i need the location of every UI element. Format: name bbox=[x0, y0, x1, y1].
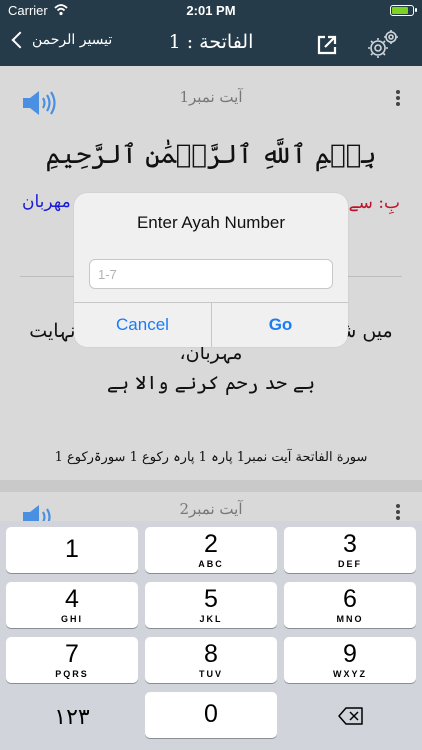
key-letters: MNO bbox=[336, 614, 364, 624]
key-number: 7 bbox=[65, 640, 79, 668]
delete-backspace-icon bbox=[338, 707, 363, 725]
number-keypad: 1 2 ABC 3 DEF 4 GHI 5 JKL 6 MNO 7 PQRS 8… bbox=[0, 521, 422, 750]
key-letters: TUV bbox=[199, 669, 223, 679]
key-number: 4 bbox=[65, 585, 79, 613]
key-letters: ABC bbox=[198, 559, 224, 569]
key-7[interactable]: 7 PQRS bbox=[6, 637, 138, 683]
word-translation-left: مهربان bbox=[22, 192, 71, 212]
battery-icon bbox=[390, 5, 417, 16]
clock: 2:01 PM bbox=[186, 3, 236, 18]
word-translation-right: بِ: سے bbox=[348, 193, 400, 213]
key-letters: PQRS bbox=[55, 669, 89, 679]
key-letters: GHI bbox=[60, 614, 83, 624]
enter-ayah-dialog: Enter Ayah Number Cancel Go bbox=[74, 193, 348, 347]
key-8[interactable]: 8 TUV bbox=[145, 637, 277, 683]
key-1[interactable]: 1 bbox=[6, 527, 138, 573]
key-5[interactable]: 5 JKL bbox=[145, 582, 277, 628]
key-number: 8 bbox=[204, 640, 218, 668]
cancel-button[interactable]: Cancel bbox=[74, 303, 211, 347]
key-number: 1 bbox=[65, 535, 79, 563]
key-2[interactable]: 2 ABC bbox=[145, 527, 277, 573]
key-number: 9 bbox=[343, 640, 357, 668]
go-button[interactable]: Go bbox=[212, 303, 348, 347]
key-9[interactable]: 9 WXYZ bbox=[284, 637, 416, 683]
key-label: ١٢٣ bbox=[54, 704, 90, 729]
key-number: 5 bbox=[204, 585, 218, 613]
surah-title: الفاتحة : 1 bbox=[168, 31, 254, 53]
key-number: 3 bbox=[343, 530, 357, 558]
key-number: 0 bbox=[204, 700, 218, 728]
settings-gear-icon[interactable] bbox=[366, 28, 400, 60]
key-4[interactable]: 4 GHI bbox=[6, 582, 138, 628]
key-number: 6 bbox=[343, 585, 357, 613]
key-6[interactable]: 6 MNO bbox=[284, 582, 416, 628]
status-bar: Carrier 2:01 PM bbox=[0, 0, 422, 22]
more-vertical-icon[interactable] bbox=[392, 502, 404, 521]
navigation-bar: تیسیر الرحمن الفاتحة : 1 bbox=[0, 22, 422, 66]
ayah-number-label: آیت نمبر2 bbox=[179, 500, 243, 518]
numeral-switch-key[interactable]: ١٢٣ bbox=[6, 692, 138, 738]
key-letters: JKL bbox=[199, 614, 223, 624]
arabic-verse: بِسۡمِ ٱللَّهِ ٱلرَّحۡمَٰنِ ٱلرَّحِيمِ bbox=[45, 140, 377, 170]
ayah-number-label: آیت نمبر1 bbox=[179, 88, 243, 106]
ayah-number-input[interactable] bbox=[89, 259, 333, 289]
ayah-reference-info: سورة الفاتحة آیت نمبر1 پارہ 1 پارہ رکوع … bbox=[54, 450, 368, 465]
dialog-title: Enter Ayah Number bbox=[136, 213, 286, 232]
key-letters: WXYZ bbox=[333, 669, 367, 679]
key-0[interactable]: 0 bbox=[145, 692, 277, 738]
key-letters: DEF bbox=[338, 559, 362, 569]
key-number: 2 bbox=[204, 530, 218, 558]
share-icon[interactable] bbox=[316, 34, 338, 56]
more-vertical-icon[interactable] bbox=[392, 88, 404, 110]
section-separator bbox=[0, 480, 422, 492]
key-3[interactable]: 3 DEF bbox=[284, 527, 416, 573]
delete-key[interactable] bbox=[284, 692, 416, 738]
urdu-translation-line2: بے حد رحم کرنے والا ہے bbox=[106, 372, 316, 394]
